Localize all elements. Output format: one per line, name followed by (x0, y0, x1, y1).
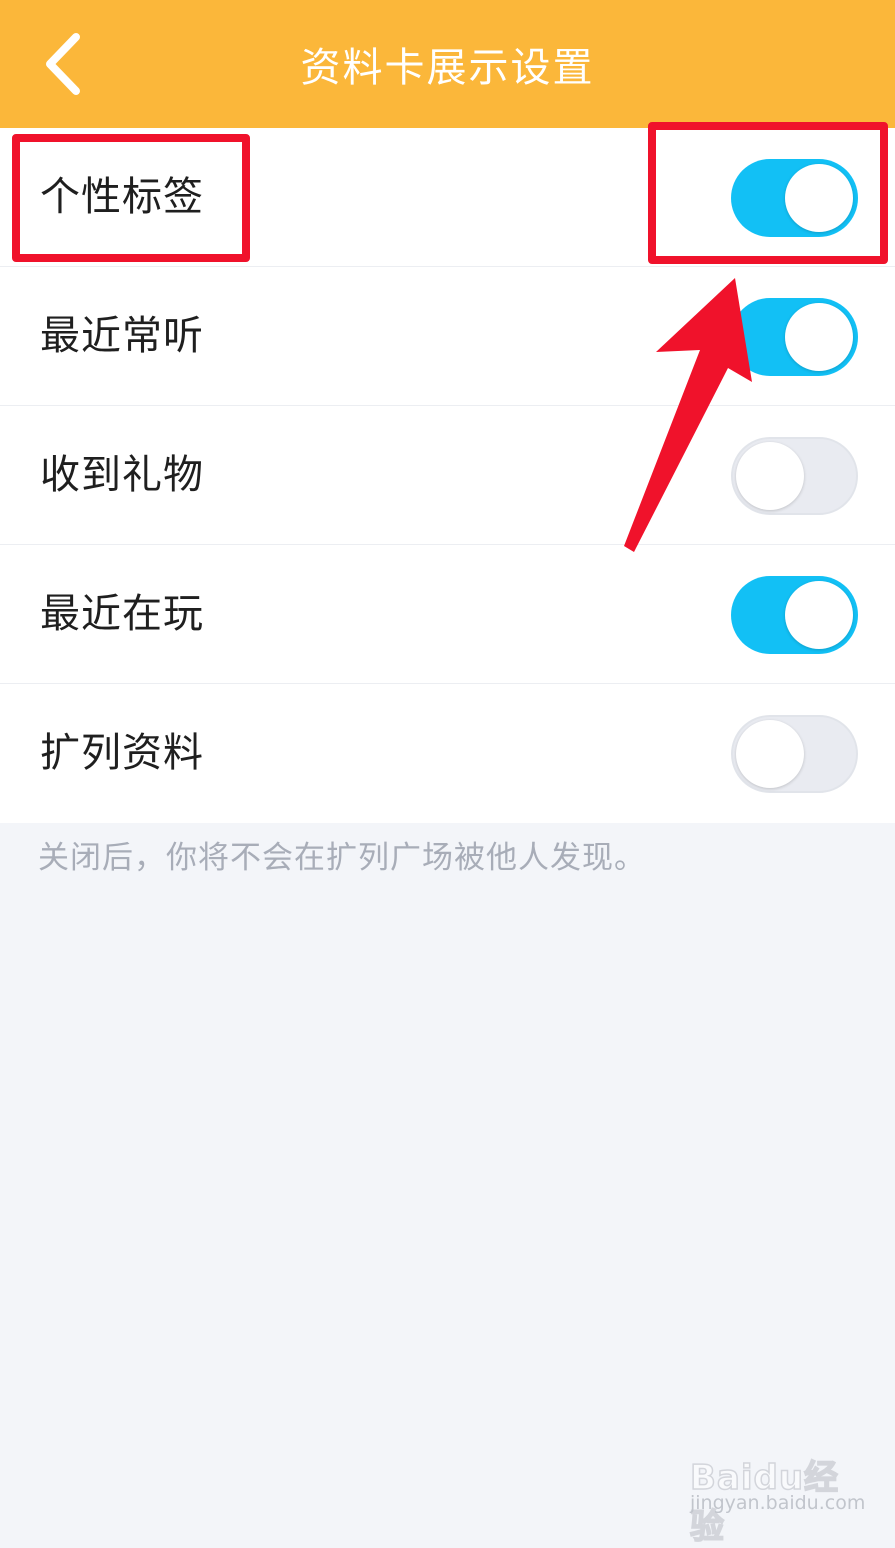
setting-row-received-gifts: 收到礼物 (0, 406, 895, 545)
setting-label: 收到礼物 (40, 452, 204, 498)
setting-label: 扩列资料 (40, 730, 204, 776)
toggle-knob (785, 581, 853, 649)
page-title: 资料卡展示设置 (300, 45, 595, 91)
watermark-url: jingyan.baidu.com (690, 1492, 866, 1514)
watermark-brand: Baidu经验 (689, 1457, 840, 1548)
setting-row-recently-listened: 最近常听 (0, 267, 895, 406)
toggle-knob (785, 303, 853, 371)
baidu-watermark: Baidu经验 jingyan.baidu.com (689, 1440, 865, 1548)
toggle-knob (785, 164, 853, 232)
setting-row-personal-tags: 个性标签 (0, 128, 895, 267)
toggle-knob (736, 720, 804, 788)
settings-list: 个性标签 最近常听 收到礼物 最近在玩 扩列资料 (0, 128, 895, 823)
expand-profile-toggle[interactable] (731, 715, 858, 793)
received-gifts-toggle[interactable] (731, 437, 858, 515)
setting-label: 最近常听 (40, 313, 204, 359)
toggle-knob (736, 442, 804, 510)
footer-note: 关闭后，你将不会在扩列广场被他人发现。 (38, 840, 646, 876)
recently-listened-toggle[interactable] (731, 298, 858, 376)
nav-bar: 资料卡展示设置 (0, 0, 895, 128)
setting-label: 最近在玩 (40, 591, 204, 637)
chevron-left-icon (46, 33, 80, 95)
back-button[interactable] (22, 24, 102, 104)
setting-label: 个性标签 (40, 174, 204, 220)
recently-played-toggle[interactable] (731, 576, 858, 654)
personal-tags-toggle[interactable] (731, 159, 858, 237)
setting-row-recently-played: 最近在玩 (0, 545, 895, 684)
setting-row-expand-profile: 扩列资料 (0, 684, 895, 823)
